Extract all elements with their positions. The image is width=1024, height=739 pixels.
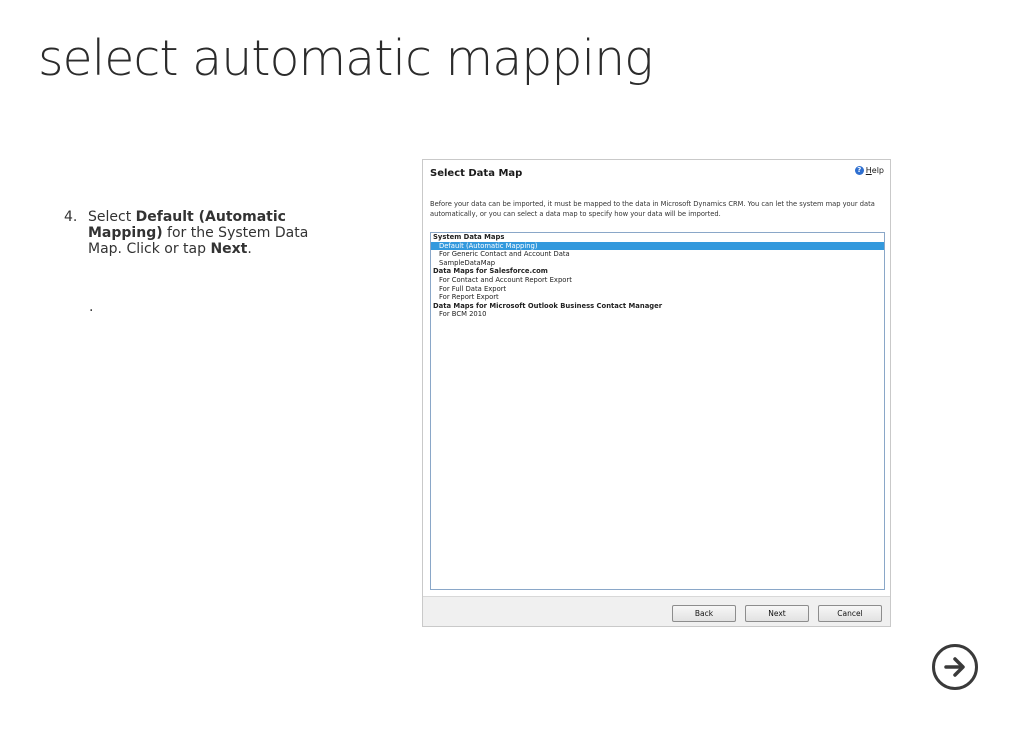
list-item-default-automatic-mapping[interactable]: Default (Automatic Mapping) [431, 241, 884, 251]
note-dot: . [89, 299, 94, 315]
next-button[interactable]: Next [745, 605, 809, 622]
help-label: Help [865, 166, 884, 175]
help-icon: ? [854, 166, 864, 175]
list-item-full-data-export[interactable]: For Full Data Export [431, 285, 884, 294]
list-item-contact-account-report-export[interactable]: For Contact and Account Report Export [431, 276, 884, 285]
next-slide-button[interactable] [932, 644, 978, 690]
select-data-map-dialog: Select Data Map ? Help Before your data … [422, 159, 891, 627]
step-instruction: 4. Select Default (Automatic Mapping) fo… [64, 209, 324, 257]
arrow-right-circle-icon [944, 657, 965, 677]
back-button[interactable]: Back [672, 605, 736, 622]
step-text-part: . [247, 241, 252, 257]
list-item-bcm-2010[interactable]: For BCM 2010 [431, 310, 884, 319]
step-number: 4. [64, 209, 78, 225]
list-item-report-export[interactable]: For Report Export [431, 293, 884, 302]
step-text-part: Select [88, 209, 136, 225]
dialog-title: Select Data Map [430, 168, 523, 179]
list-group-label: Data Maps for Salesforce.com [433, 267, 548, 276]
data-map-listbox[interactable]: System Data Maps Default (Automatic Mapp… [430, 232, 885, 590]
dialog-footer: Back Next Cancel [423, 596, 890, 626]
dialog-header: Select Data Map ? Help [423, 160, 890, 186]
list-group-label: System Data Maps [433, 233, 505, 241]
slide-title: select automatic mapping [38, 30, 654, 87]
list-group-label: Data Maps for Microsoft Outlook Business… [433, 301, 663, 310]
list-item-generic-contact-account[interactable]: For Generic Contact and Account Data [431, 250, 884, 259]
dialog-description: Before your data can be imported, it mus… [430, 200, 875, 218]
step-text: Select Default (Automatic Mapping) for t… [88, 209, 324, 257]
help-link[interactable]: ? Help [854, 166, 884, 175]
cancel-button[interactable]: Cancel [818, 605, 882, 622]
step-text-bold: Next [210, 241, 248, 257]
list-item-sample-data-map[interactable]: SampleDataMap [431, 259, 884, 268]
